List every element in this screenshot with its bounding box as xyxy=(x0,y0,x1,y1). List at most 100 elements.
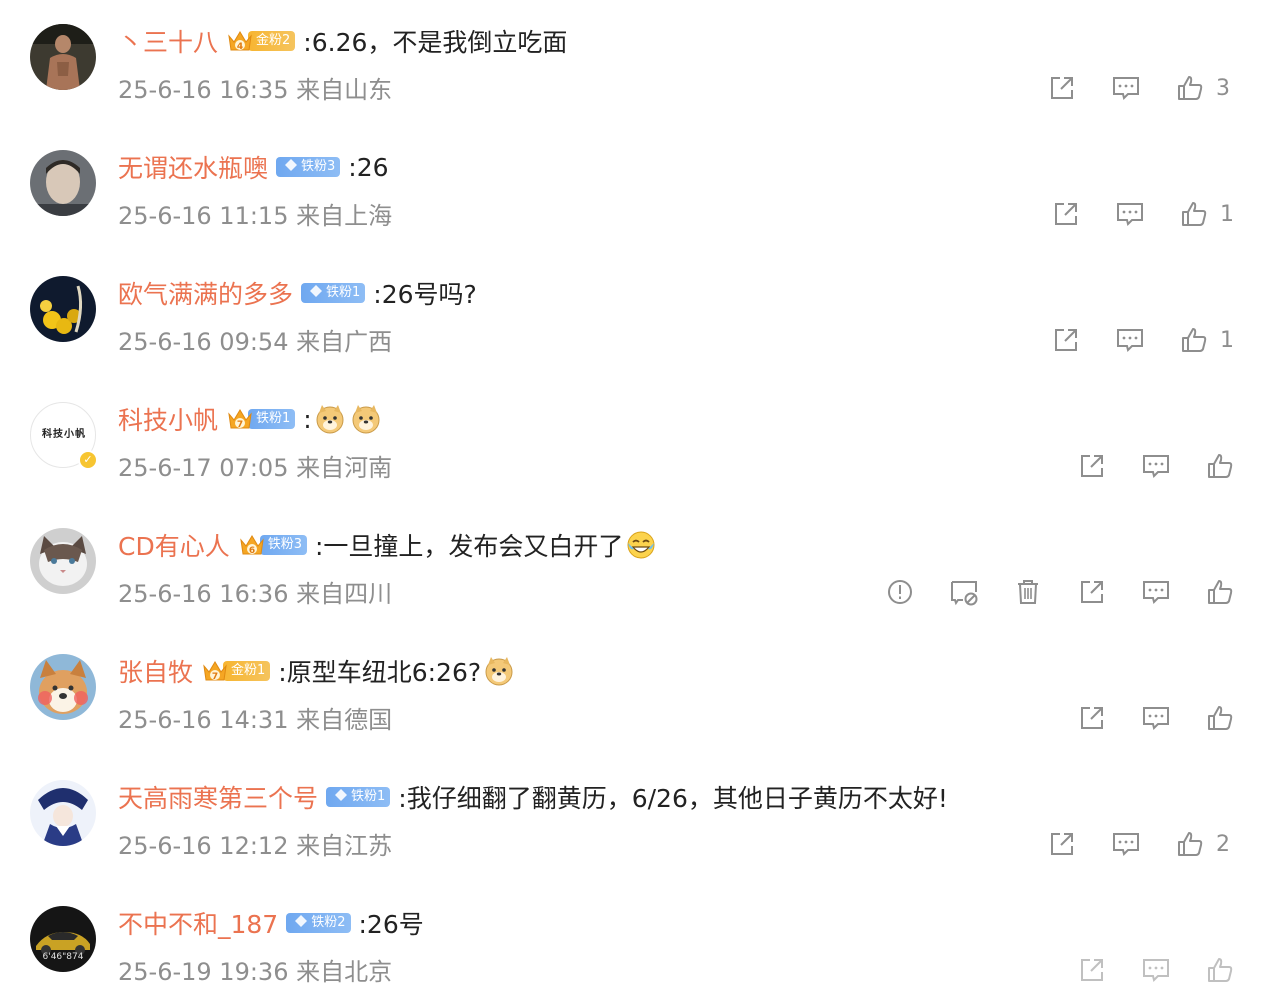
comment-item: 丶三十八 4 金粉2 :6.26，不是我倒立吃面 25-6-16 16:35 来… xyxy=(0,0,1268,126)
comment-location: 来自北京 xyxy=(296,958,393,986)
avatar[interactable] xyxy=(30,654,96,720)
share-button[interactable] xyxy=(1046,194,1086,234)
comment-time: 25-6-16 09:54 xyxy=(118,328,289,356)
comment-icon xyxy=(1113,77,1139,100)
reply-button[interactable] xyxy=(1136,950,1176,990)
share-button[interactable] xyxy=(1042,68,1082,108)
comment-meta: 25-6-16 11:15 来自上海 xyxy=(118,196,392,231)
reply-button[interactable] xyxy=(1106,824,1146,864)
share-button[interactable] xyxy=(1042,824,1082,864)
like-button[interactable] xyxy=(1200,698,1240,738)
comment-location: 来自广西 xyxy=(296,328,393,356)
action-bar: 1 xyxy=(1022,194,1236,234)
share-icon xyxy=(1051,77,1073,99)
comment-location: 来自江苏 xyxy=(296,832,393,860)
diamond-icon xyxy=(335,789,348,801)
comment-meta: 25-6-16 14:31 来自德国 xyxy=(118,700,392,735)
share-icon xyxy=(1051,833,1073,855)
fan-level: 7 xyxy=(212,672,218,682)
fan-level: 6 xyxy=(249,546,255,556)
username[interactable]: CD有心人 xyxy=(118,527,230,563)
like-button[interactable] xyxy=(1174,194,1214,234)
avatar[interactable] xyxy=(30,780,96,846)
fan-level: 7 xyxy=(237,420,243,430)
like-button[interactable] xyxy=(1200,950,1240,990)
comment-meta: 25-6-17 07:05 来自河南 xyxy=(118,448,392,483)
crying-laughing-emoji xyxy=(625,529,657,561)
comment-location: 来自山东 xyxy=(296,76,393,104)
comment-location: 来自河南 xyxy=(296,454,393,482)
fan-label: 铁粉1 xyxy=(248,409,296,429)
fan-badge[interactable]: 6 铁粉3 xyxy=(238,534,307,556)
action-bar xyxy=(1048,950,1240,990)
username[interactable]: 不中不和_187 xyxy=(118,905,278,941)
share-button[interactable] xyxy=(1072,698,1112,738)
comment-icon xyxy=(1117,329,1143,352)
reply-button[interactable] xyxy=(1106,68,1146,108)
action-bar xyxy=(1048,446,1240,486)
fan-badge[interactable]: 铁粉1 xyxy=(326,786,391,808)
avatar[interactable]: 6'46"874 xyxy=(30,906,96,972)
username[interactable]: 张自牧 xyxy=(118,653,193,689)
fan-badge[interactable]: 铁粉2 xyxy=(286,912,351,934)
delete-button[interactable] xyxy=(1008,572,1048,612)
trash-icon xyxy=(1018,580,1038,604)
share-icon xyxy=(1055,203,1077,225)
comment-time: 25-6-16 16:35 xyxy=(118,76,289,104)
share-button[interactable] xyxy=(1072,446,1112,486)
comment-time: 25-6-17 07:05 xyxy=(118,454,289,482)
comment-text: :我仔细翻了翻黄历，6/26，其他日子黄历不太好! xyxy=(398,784,948,813)
username[interactable]: 无谓还水瓶噢 xyxy=(118,149,268,185)
comment-text: :26号吗? xyxy=(373,280,477,309)
doge-emoji xyxy=(314,403,346,435)
share-button[interactable] xyxy=(1072,950,1112,990)
comment-time: 25-6-16 11:15 xyxy=(118,202,289,230)
like-button[interactable] xyxy=(1170,68,1210,108)
username[interactable]: 丶三十八 xyxy=(118,23,218,59)
block-comment-icon xyxy=(951,581,978,606)
avatar-text: 科技小帆 xyxy=(42,429,86,440)
username[interactable]: 科技小帆 xyxy=(118,401,218,437)
fan-badge[interactable]: 铁粉3 xyxy=(276,156,341,178)
comment-text: :一旦撞上，发布会又白开了 xyxy=(315,532,624,561)
comment-text: :26号 xyxy=(358,910,424,939)
reply-button[interactable] xyxy=(1110,320,1150,360)
block-button[interactable] xyxy=(944,572,984,612)
share-icon xyxy=(1081,707,1103,729)
avatar[interactable] xyxy=(30,528,96,594)
reply-button[interactable] xyxy=(1110,194,1150,234)
verified-icon: ✓ xyxy=(78,450,98,470)
comment-meta: 25-6-19 19:36 来自北京 xyxy=(118,952,392,987)
comment-meta: 25-6-16 16:36 来自四川 xyxy=(118,574,392,609)
avatar[interactable] xyxy=(30,150,96,216)
like-button[interactable] xyxy=(1200,572,1240,612)
share-button[interactable] xyxy=(1072,572,1112,612)
crown-icon: 4 xyxy=(226,28,254,54)
reply-button[interactable] xyxy=(1136,446,1176,486)
like-button[interactable] xyxy=(1200,446,1240,486)
reply-button[interactable] xyxy=(1136,698,1176,738)
fan-label: 铁粉1 xyxy=(326,787,391,807)
avatar[interactable] xyxy=(30,24,96,90)
report-button[interactable] xyxy=(880,572,920,612)
reply-button[interactable] xyxy=(1136,572,1176,612)
diamond-icon xyxy=(285,159,298,171)
fan-badge[interactable]: 铁粉1 xyxy=(301,282,366,304)
like-button[interactable] xyxy=(1174,320,1214,360)
share-button[interactable] xyxy=(1046,320,1086,360)
fan-badge[interactable]: 7 铁粉1 xyxy=(226,408,296,430)
comment-time: 25-6-19 19:36 xyxy=(118,958,289,986)
comment-item: 6'46"874 不中不和_187 铁粉2 :26号 25-6-19 19:36… xyxy=(0,882,1268,1000)
fan-badge[interactable]: 4 金粉2 xyxy=(226,28,296,54)
username[interactable]: 天高雨寒第三个号 xyxy=(118,779,318,815)
comment-meta: 25-6-16 16:35 来自山东 xyxy=(118,70,392,105)
like-count: 3 xyxy=(1216,75,1230,101)
report-icon xyxy=(888,580,912,604)
like-button[interactable] xyxy=(1170,824,1210,864)
avatar[interactable] xyxy=(30,276,96,342)
fan-level: 4 xyxy=(237,42,243,52)
comment-text: :26 xyxy=(348,152,389,182)
fan-label: 金粉1 xyxy=(223,661,271,681)
username[interactable]: 欧气满满的多多 xyxy=(118,275,293,311)
fan-badge[interactable]: 7 金粉1 xyxy=(201,660,271,682)
